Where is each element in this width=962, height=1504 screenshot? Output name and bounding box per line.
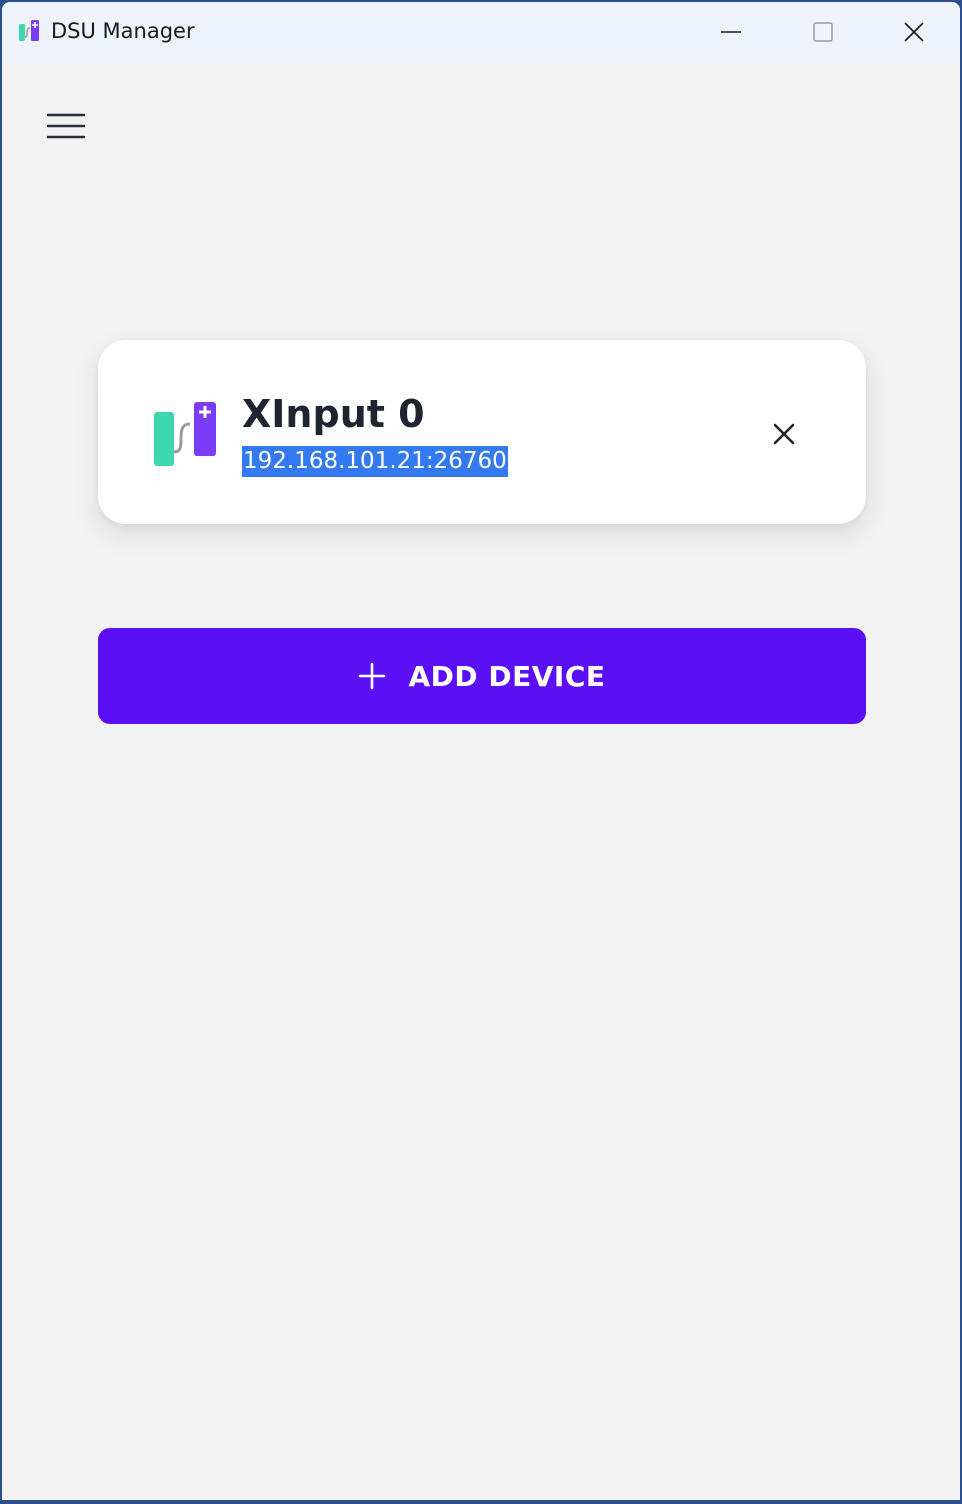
remove-device-button[interactable] — [760, 410, 808, 458]
hamburger-menu-icon — [47, 113, 85, 139]
device-card[interactable]: XInput 0 192.168.101.21:26760 — [98, 340, 866, 524]
controller-app-icon — [154, 402, 216, 466]
close-icon — [904, 22, 924, 42]
plus-icon — [359, 662, 386, 690]
title-bar[interactable]: DSU Manager — [2, 2, 960, 62]
device-name: XInput 0 — [242, 392, 425, 436]
menu-button[interactable] — [42, 106, 90, 146]
device-address[interactable]: 192.168.101.21:26760 — [242, 446, 508, 477]
window-title: DSU Manager — [51, 19, 195, 43]
app-window: DSU Manager XInput 0 192.168.101.21:2676… — [2, 2, 960, 1500]
add-device-label: ADD DEVICE — [408, 659, 606, 693]
maximize-icon — [813, 22, 833, 42]
app-logo-icon — [19, 20, 39, 41]
minimize-icon — [721, 31, 741, 33]
maximize-button[interactable] — [777, 2, 869, 62]
close-window-button[interactable] — [868, 2, 960, 62]
close-icon — [773, 423, 795, 445]
minimize-button[interactable] — [685, 2, 777, 62]
add-device-button[interactable]: ADD DEVICE — [98, 628, 866, 724]
